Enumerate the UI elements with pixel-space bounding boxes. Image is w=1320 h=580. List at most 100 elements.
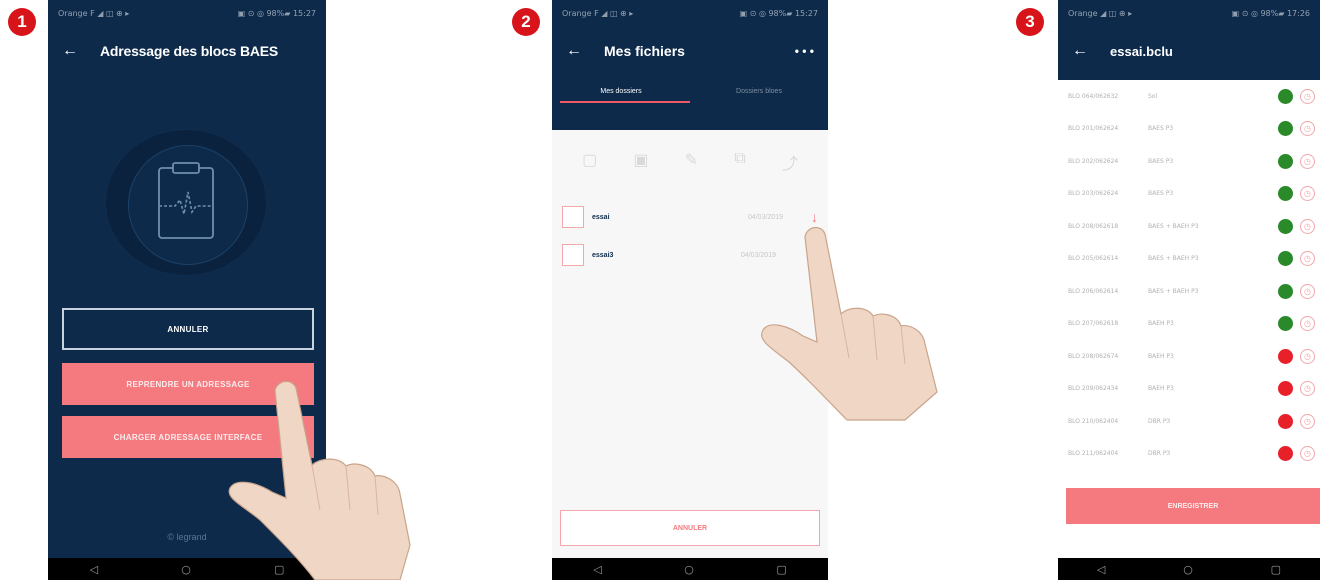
phone-screen-bclu-file: Orange ◢ ◫ ⊕ ▸ ▣ ⊙ ◎ 98%▰ 17:26 ← essai.… [1058,0,1320,580]
clock-icon[interactable]: ◷ [1300,381,1315,397]
file-checkbox[interactable] [562,206,584,228]
status-right: ▣ ⊙ ◎ 98%▰ 15:27 [739,8,818,18]
block-type: BAEH P3 [1148,385,1174,393]
app-bar: ← Mes fichiers • • • [552,26,828,76]
block-type: Sol [1148,92,1158,100]
cancel-button[interactable]: ANNULER [62,308,314,350]
edit-icon[interactable]: ✎ [685,150,698,174]
cancel-button-label: ANNULER [167,324,209,334]
cancel-button[interactable]: ANNULER [560,510,820,546]
list-item[interactable]: BLO 209/062434 BAEH P3 ◷ [1058,373,1320,406]
active-tab-indicator [560,101,690,103]
block-id: BLO 209/062434 [1068,385,1119,393]
page-title: Mes fichiers [604,43,685,59]
file-date: 04/03/2019 [747,213,783,221]
clock-icon[interactable]: ◷ [1300,348,1315,364]
block-id: BLO 211/062404 [1068,450,1119,458]
nav-home-icon[interactable]: ○ [684,563,694,576]
list-item[interactable]: BLO 201/062624 BAES P3 ◷ [1058,113,1320,146]
status-dot-icon [1278,348,1293,364]
nav-back-icon[interactable]: ◁ [1097,563,1105,576]
back-arrow-icon[interactable]: ← [566,42,582,60]
step-number-3: 3 [1016,8,1044,36]
save-button[interactable]: ENREGISTRER [1066,488,1320,524]
file-name: essai [592,213,610,221]
nav-home-icon[interactable]: ○ [181,563,191,576]
list-item[interactable]: BLO 064/062632 Sol ◷ [1058,80,1320,113]
list-item[interactable]: BLO 210/062404 DBR P3 ◷ [1058,405,1320,438]
nav-recent-icon[interactable]: ▢ [776,563,786,576]
app-bar: ← essai.bclu [1058,26,1320,76]
status-dot-icon [1278,381,1293,397]
clipboard-pulse-icon [158,162,214,239]
block-type: BAES + BAEH P3 [1148,222,1199,230]
list-item[interactable]: BLO 202/062624 BAES P3 ◷ [1058,145,1320,178]
block-id: BLO 210/062404 [1068,417,1119,425]
list-item[interactable]: BLO 203/062624 BAES P3 ◷ [1058,178,1320,211]
clock-icon[interactable]: ◷ [1300,88,1315,104]
overflow-menu-icon[interactable]: • • • [795,44,814,58]
block-id: BLO 205/062614 [1068,255,1119,263]
status-dot-icon [1278,413,1293,429]
nav-back-icon[interactable]: ◁ [593,563,601,576]
clock-icon[interactable]: ◷ [1300,153,1315,169]
clock-icon[interactable]: ◷ [1300,446,1315,462]
block-id: BLO 208/062618 [1068,222,1119,230]
pointing-hand-icon [228,380,411,580]
block-type: BAEH P3 [1148,320,1174,328]
page-title: essai.bclu [1110,43,1173,59]
status-dot-icon [1278,153,1293,169]
tab-bloes-folders[interactable]: Dossiers bloes [690,88,828,103]
status-left: Orange ◢ ◫ ⊕ ▸ [1068,8,1133,18]
block-id: BLO 202/062624 [1068,157,1119,165]
status-dot-icon [1278,446,1293,462]
nav-recent-icon[interactable]: ▢ [1271,563,1281,576]
clock-icon[interactable]: ◷ [1300,283,1315,299]
status-bar: Orange ◢ ◫ ⊕ ▸ ▣ ⊙ ◎ 98%▰ 17:26 [1058,0,1320,26]
cancel-button-label: ANNULER [672,524,708,532]
clock-icon[interactable]: ◷ [1300,121,1315,137]
block-id: BLO 203/062624 [1068,190,1119,198]
clock-icon[interactable]: ◷ [1300,316,1315,332]
block-type: BAES P3 [1148,190,1174,198]
status-dot-icon [1278,251,1293,267]
app-bar: ← Adressage des blocs BAES [48,26,326,76]
back-arrow-icon[interactable]: ← [1072,42,1088,60]
step-number-1: 1 [8,8,36,36]
list-item[interactable]: BLO 207/062618 BAEH P3 ◷ [1058,308,1320,341]
list-item[interactable]: BLO 205/062614 BAES + BAEH P3 ◷ [1058,243,1320,276]
page-title: Adressage des blocs BAES [100,43,279,59]
status-dot-icon [1278,218,1293,234]
clock-icon[interactable]: ◷ [1300,413,1315,429]
block-id: BLO 206/062614 [1068,287,1119,295]
status-dot-icon [1278,88,1293,104]
android-nav-bar: ◁ ○ ▢ [552,558,828,580]
status-bar: Orange F ◢ ◫ ⊕ ▸ ▣ ⊙ ◎ 98%▰ 15:27 [48,0,326,26]
save-button-label: ENREGISTRER [1167,502,1219,510]
status-bar: Orange F ◢ ◫ ⊕ ▸ ▣ ⊙ ◎ 98%▰ 15:27 [552,0,828,26]
document-icon[interactable]: ▣ [633,150,648,174]
block-type: DBR P3 [1148,417,1171,425]
android-nav-bar: ◁ ○ ▢ [1058,558,1320,580]
list-item[interactable]: BLO 206/062614 BAES + BAEH P3 ◷ [1058,275,1320,308]
list-item[interactable]: BLO 211/062404 DBR P3 ◷ [1058,438,1320,471]
copy-icon[interactable]: ⧉ [734,150,745,174]
file-name: essai3 [592,251,614,259]
list-item[interactable]: BLO 208/062674 BAEH P3 ◷ [1058,340,1320,373]
clock-icon[interactable]: ◷ [1300,251,1315,267]
nav-back-icon[interactable]: ◁ [90,563,98,576]
block-type: BAES + BAEH P3 [1148,287,1199,295]
folder-icon[interactable]: ▢ [582,150,597,174]
block-list: BLO 064/062632 Sol ◷ BLO 201/062624 BAES P3 ◷… [1058,80,1320,470]
block-id: BLO 201/062624 [1068,125,1119,133]
clock-icon[interactable]: ◷ [1300,186,1315,202]
nav-home-icon[interactable]: ○ [1183,563,1193,576]
block-id: BLO 064/062632 [1068,92,1119,100]
share-icon[interactable]: ⤴ [782,150,798,174]
list-item[interactable]: BLO 208/062618 BAES + BAEH P3 ◷ [1058,210,1320,243]
block-type: BAES P3 [1148,125,1174,133]
back-arrow-icon[interactable]: ← [62,42,78,60]
clock-icon[interactable]: ◷ [1300,218,1315,234]
file-checkbox[interactable] [562,244,584,266]
status-dot-icon [1278,186,1293,202]
